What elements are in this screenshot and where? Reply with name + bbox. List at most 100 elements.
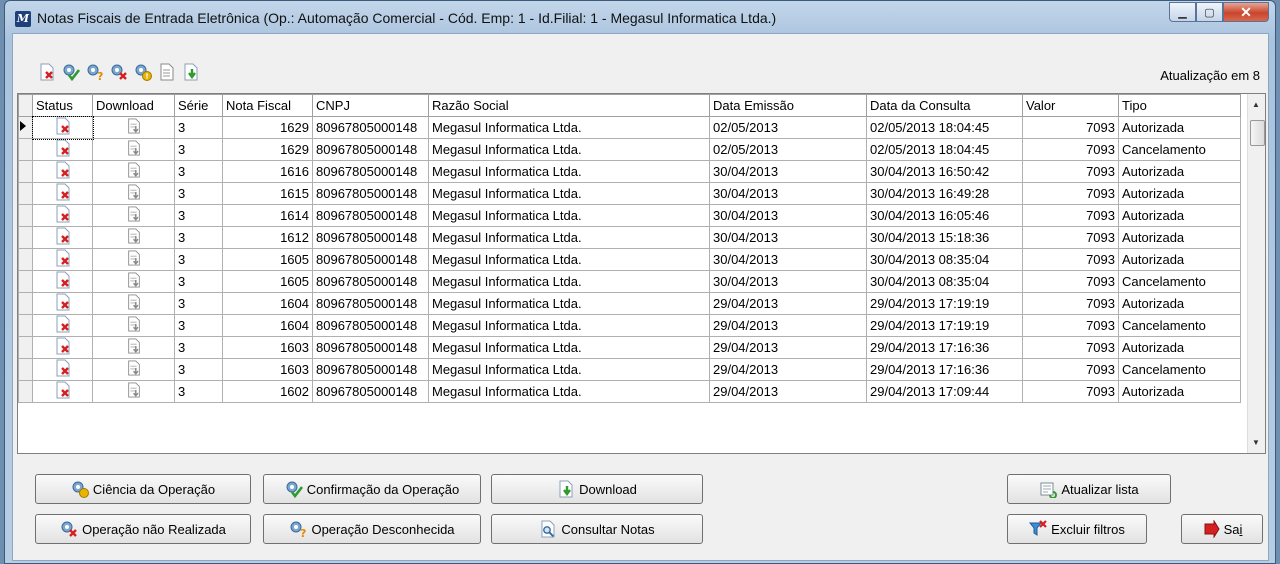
cell-nota-fiscal[interactable]: 1605 [222,270,313,293]
cell-serie[interactable]: 3 [174,160,223,183]
cell-tipo[interactable]: Autorizada [1118,336,1241,359]
row-indicator[interactable] [18,314,33,337]
aware-icon[interactable] [133,62,153,82]
column-header-valor[interactable]: Valor [1022,94,1119,117]
column-header-download[interactable]: Download [92,94,175,117]
cell-razao-social[interactable]: Megasul Informatica Ltda. [428,226,710,249]
cell-data-emissao[interactable]: 29/04/2013 [709,358,867,381]
status-icon-cell[interactable] [32,358,93,381]
row-indicator[interactable] [18,160,33,183]
cell-cnpj[interactable]: 80967805000148 [312,204,429,227]
row-indicator[interactable] [18,292,33,315]
row-indicator[interactable] [18,116,33,139]
table-row[interactable]: 3 1629 80967805000148 Megasul Informatica L… [18,115,1241,140]
download-icon-cell[interactable] [92,358,175,381]
cell-data-consulta[interactable]: 02/05/2013 18:04:45 [866,116,1023,139]
cell-serie[interactable]: 3 [174,248,223,271]
cell-serie[interactable]: 3 [174,116,223,139]
cell-serie[interactable]: 3 [174,138,223,161]
cell-tipo[interactable]: Cancelamento [1118,138,1241,161]
download-icon-cell[interactable] [92,292,175,315]
cell-nota-fiscal[interactable]: 1615 [222,182,313,205]
consultar-notas-button[interactable]: Consultar Notas [491,514,703,544]
cell-serie[interactable]: 3 [174,358,223,381]
row-indicator[interactable] [18,336,33,359]
cell-serie[interactable]: 3 [174,182,223,205]
cell-nota-fiscal[interactable]: 1629 [222,116,313,139]
table-row[interactable]: 3 1629 80967805000148 Megasul Informatica L… [18,138,1241,161]
cell-valor[interactable]: 7093 [1022,204,1119,227]
status-icon-cell[interactable] [32,182,93,205]
download-icon-cell[interactable] [92,138,175,161]
status-icon-cell[interactable] [32,314,93,337]
cell-data-emissao[interactable]: 29/04/2013 [709,336,867,359]
column-header-status[interactable]: Status [32,94,93,117]
cell-serie[interactable]: 3 [174,380,223,403]
column-header-cnpj[interactable]: CNPJ [312,94,429,117]
cell-nota-fiscal[interactable]: 1605 [222,248,313,271]
cell-data-emissao[interactable]: 30/04/2013 [709,182,867,205]
cell-cnpj[interactable]: 80967805000148 [312,138,429,161]
table-row[interactable]: 3 1603 80967805000148 Megasul Informatica L… [18,336,1241,359]
row-indicator[interactable] [18,204,33,227]
cell-tipo[interactable]: Autorizada [1118,226,1241,249]
cell-valor[interactable]: 7093 [1022,358,1119,381]
table-row[interactable]: 3 1615 80967805000148 Megasul Informatica L… [18,182,1241,205]
table-row[interactable]: 3 1616 80967805000148 Megasul Informatica L… [18,160,1241,183]
status-icon-cell[interactable] [32,292,93,315]
status-icon-cell[interactable] [32,248,93,271]
row-indicator[interactable] [18,270,33,293]
download-icon-cell[interactable] [92,314,175,337]
cell-valor[interactable]: 7093 [1022,226,1119,249]
cell-tipo[interactable]: Autorizada [1118,116,1241,139]
column-header-razao-social[interactable]: Razão Social [428,94,710,117]
row-indicator[interactable] [18,182,33,205]
cell-cnpj[interactable]: 80967805000148 [312,336,429,359]
status-icon-cell[interactable] [32,160,93,183]
cell-tipo[interactable]: Autorizada [1118,380,1241,403]
scroll-down-icon[interactable]: ▼ [1252,438,1260,447]
cell-data-consulta[interactable]: 02/05/2013 18:04:45 [866,138,1023,161]
row-indicator[interactable] [18,358,33,381]
ciencia-operacao-button[interactable]: Ciência da Operação [35,474,251,504]
cell-data-emissao[interactable]: 29/04/2013 [709,380,867,403]
cell-razao-social[interactable]: Megasul Informatica Ltda. [428,358,710,381]
confirmacao-operacao-button[interactable]: Confirmação da Operação [263,474,481,504]
cell-cnpj[interactable]: 80967805000148 [312,160,429,183]
cell-nota-fiscal[interactable]: 1616 [222,160,313,183]
cell-cnpj[interactable]: 80967805000148 [312,358,429,381]
close-button[interactable]: ✕ [1223,2,1269,22]
column-header-tipo[interactable]: Tipo [1118,94,1241,117]
cell-razao-social[interactable]: Megasul Informatica Ltda. [428,160,710,183]
cell-data-consulta[interactable]: 29/04/2013 17:19:19 [866,292,1023,315]
row-indicator[interactable] [18,138,33,161]
cell-nota-fiscal[interactable]: 1602 [222,380,313,403]
status-icon-cell[interactable] [32,226,93,249]
atualizar-lista-button[interactable]: Atualizar lista [1007,474,1171,504]
status-icon-cell[interactable] [31,115,94,140]
cell-serie[interactable]: 3 [174,314,223,337]
download-icon[interactable] [181,62,201,82]
cell-razao-social[interactable]: Megasul Informatica Ltda. [428,248,710,271]
cell-data-consulta[interactable]: 30/04/2013 08:35:04 [866,248,1023,271]
cell-tipo[interactable]: Cancelamento [1118,270,1241,293]
cell-nota-fiscal[interactable]: 1604 [222,314,313,337]
cell-data-consulta[interactable]: 30/04/2013 16:50:42 [866,160,1023,183]
table-row[interactable]: 3 1604 80967805000148 Megasul Informatica L… [18,314,1241,337]
cell-razao-social[interactable]: Megasul Informatica Ltda. [428,314,710,337]
cell-razao-social[interactable]: Megasul Informatica Ltda. [428,138,710,161]
cell-data-emissao[interactable]: 30/04/2013 [709,226,867,249]
cell-valor[interactable]: 7093 [1022,292,1119,315]
cell-valor[interactable]: 7093 [1022,380,1119,403]
cell-tipo[interactable]: Autorizada [1118,204,1241,227]
cell-razao-social[interactable]: Megasul Informatica Ltda. [428,270,710,293]
cell-cnpj[interactable]: 80967805000148 [312,314,429,337]
reject-icon[interactable] [37,62,57,82]
table-row[interactable]: 3 1612 80967805000148 Megasul Informatica L… [18,226,1241,249]
sair-button[interactable]: Sai [1181,514,1263,544]
cell-razao-social[interactable]: Megasul Informatica Ltda. [428,380,710,403]
cell-data-consulta[interactable]: 29/04/2013 17:16:36 [866,358,1023,381]
cell-serie[interactable]: 3 [174,292,223,315]
cell-cnpj[interactable]: 80967805000148 [312,292,429,315]
operacao-desconhecida-button[interactable]: ? Operação Desconhecida [263,514,481,544]
